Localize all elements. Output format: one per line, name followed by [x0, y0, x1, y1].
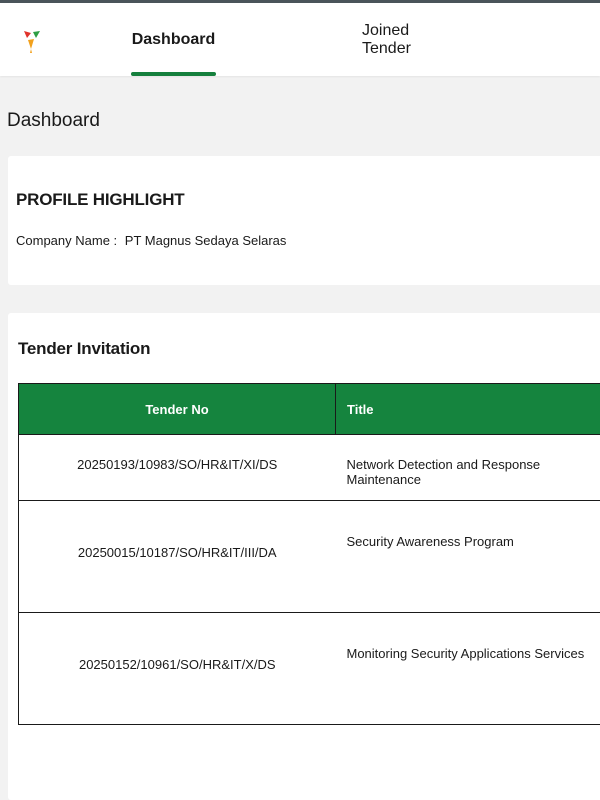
- tender-invitation-table: Tender No Title 20250193/10983/SO/HR&IT/…: [18, 383, 600, 725]
- page-title: Dashboard: [7, 110, 100, 131]
- tender-no-text: 20250193/10983/SO/HR&IT/XI/DS: [77, 457, 278, 472]
- table-header-row: Tender No Title: [18, 383, 600, 435]
- tender-no-text: 20250015/10187/SO/HR&IT/III/DA: [77, 545, 277, 560]
- company-name-value: PT Magnus Sedaya Selaras: [124, 233, 287, 248]
- tender-no-cell: 20250015/10187/SO/HR&IT/III/DA: [18, 500, 336, 613]
- top-navigation-bar: Dashboard Joined Tender: [0, 0, 600, 76]
- company-name-label: Company Name :: [16, 233, 118, 248]
- table-row[interactable]: 20250015/10187/SO/HR&IT/III/DA Security …: [18, 500, 600, 613]
- tab-dashboard-label: Dashboard: [131, 30, 216, 48]
- column-header-title[interactable]: Title: [335, 383, 600, 435]
- tab-joined-tender-label: Joined Tender: [362, 21, 411, 57]
- app-logo-icon[interactable]: [22, 29, 42, 55]
- tab-dashboard[interactable]: Dashboard: [131, 3, 216, 76]
- tender-title-text[interactable]: Security Awareness Program: [347, 501, 600, 549]
- tender-title-text[interactable]: Network Detection and Response Maintenan…: [347, 435, 600, 487]
- profile-highlight-heading: PROFILE HIGHLIGHT: [16, 190, 185, 209]
- tender-no-text: 20250152/10961/SO/HR&IT/X/DS: [78, 657, 276, 672]
- tab-joined-tender[interactable]: Joined Tender: [362, 3, 456, 76]
- tender-title-text[interactable]: Monitoring Security Applications Service…: [347, 613, 600, 661]
- table-row[interactable]: 20250152/10961/SO/HR&IT/X/DS Monitoring …: [18, 612, 600, 725]
- tender-no-cell: 20250193/10983/SO/HR&IT/XI/DS: [18, 434, 336, 501]
- tender-invitation-card: Tender Invitation Tender No Title 202501…: [8, 313, 600, 800]
- tender-title-cell: Security Awareness Program: [335, 500, 600, 613]
- profile-highlight-card: PROFILE HIGHLIGHT Company Name : PT Magn…: [8, 156, 600, 285]
- company-name-row: Company Name : PT Magnus Sedaya Selaras: [16, 233, 286, 248]
- column-header-tender-no[interactable]: Tender No: [18, 383, 336, 435]
- tender-invitation-heading: Tender Invitation: [18, 339, 151, 358]
- tender-title-cell: Monitoring Security Applications Service…: [335, 612, 600, 725]
- tender-no-cell: 20250152/10961/SO/HR&IT/X/DS: [18, 612, 336, 725]
- tender-title-cell: Network Detection and Response Maintenan…: [335, 434, 600, 501]
- table-row[interactable]: 20250193/10983/SO/HR&IT/XI/DS Network De…: [18, 434, 600, 501]
- active-tab-indicator: [131, 72, 216, 76]
